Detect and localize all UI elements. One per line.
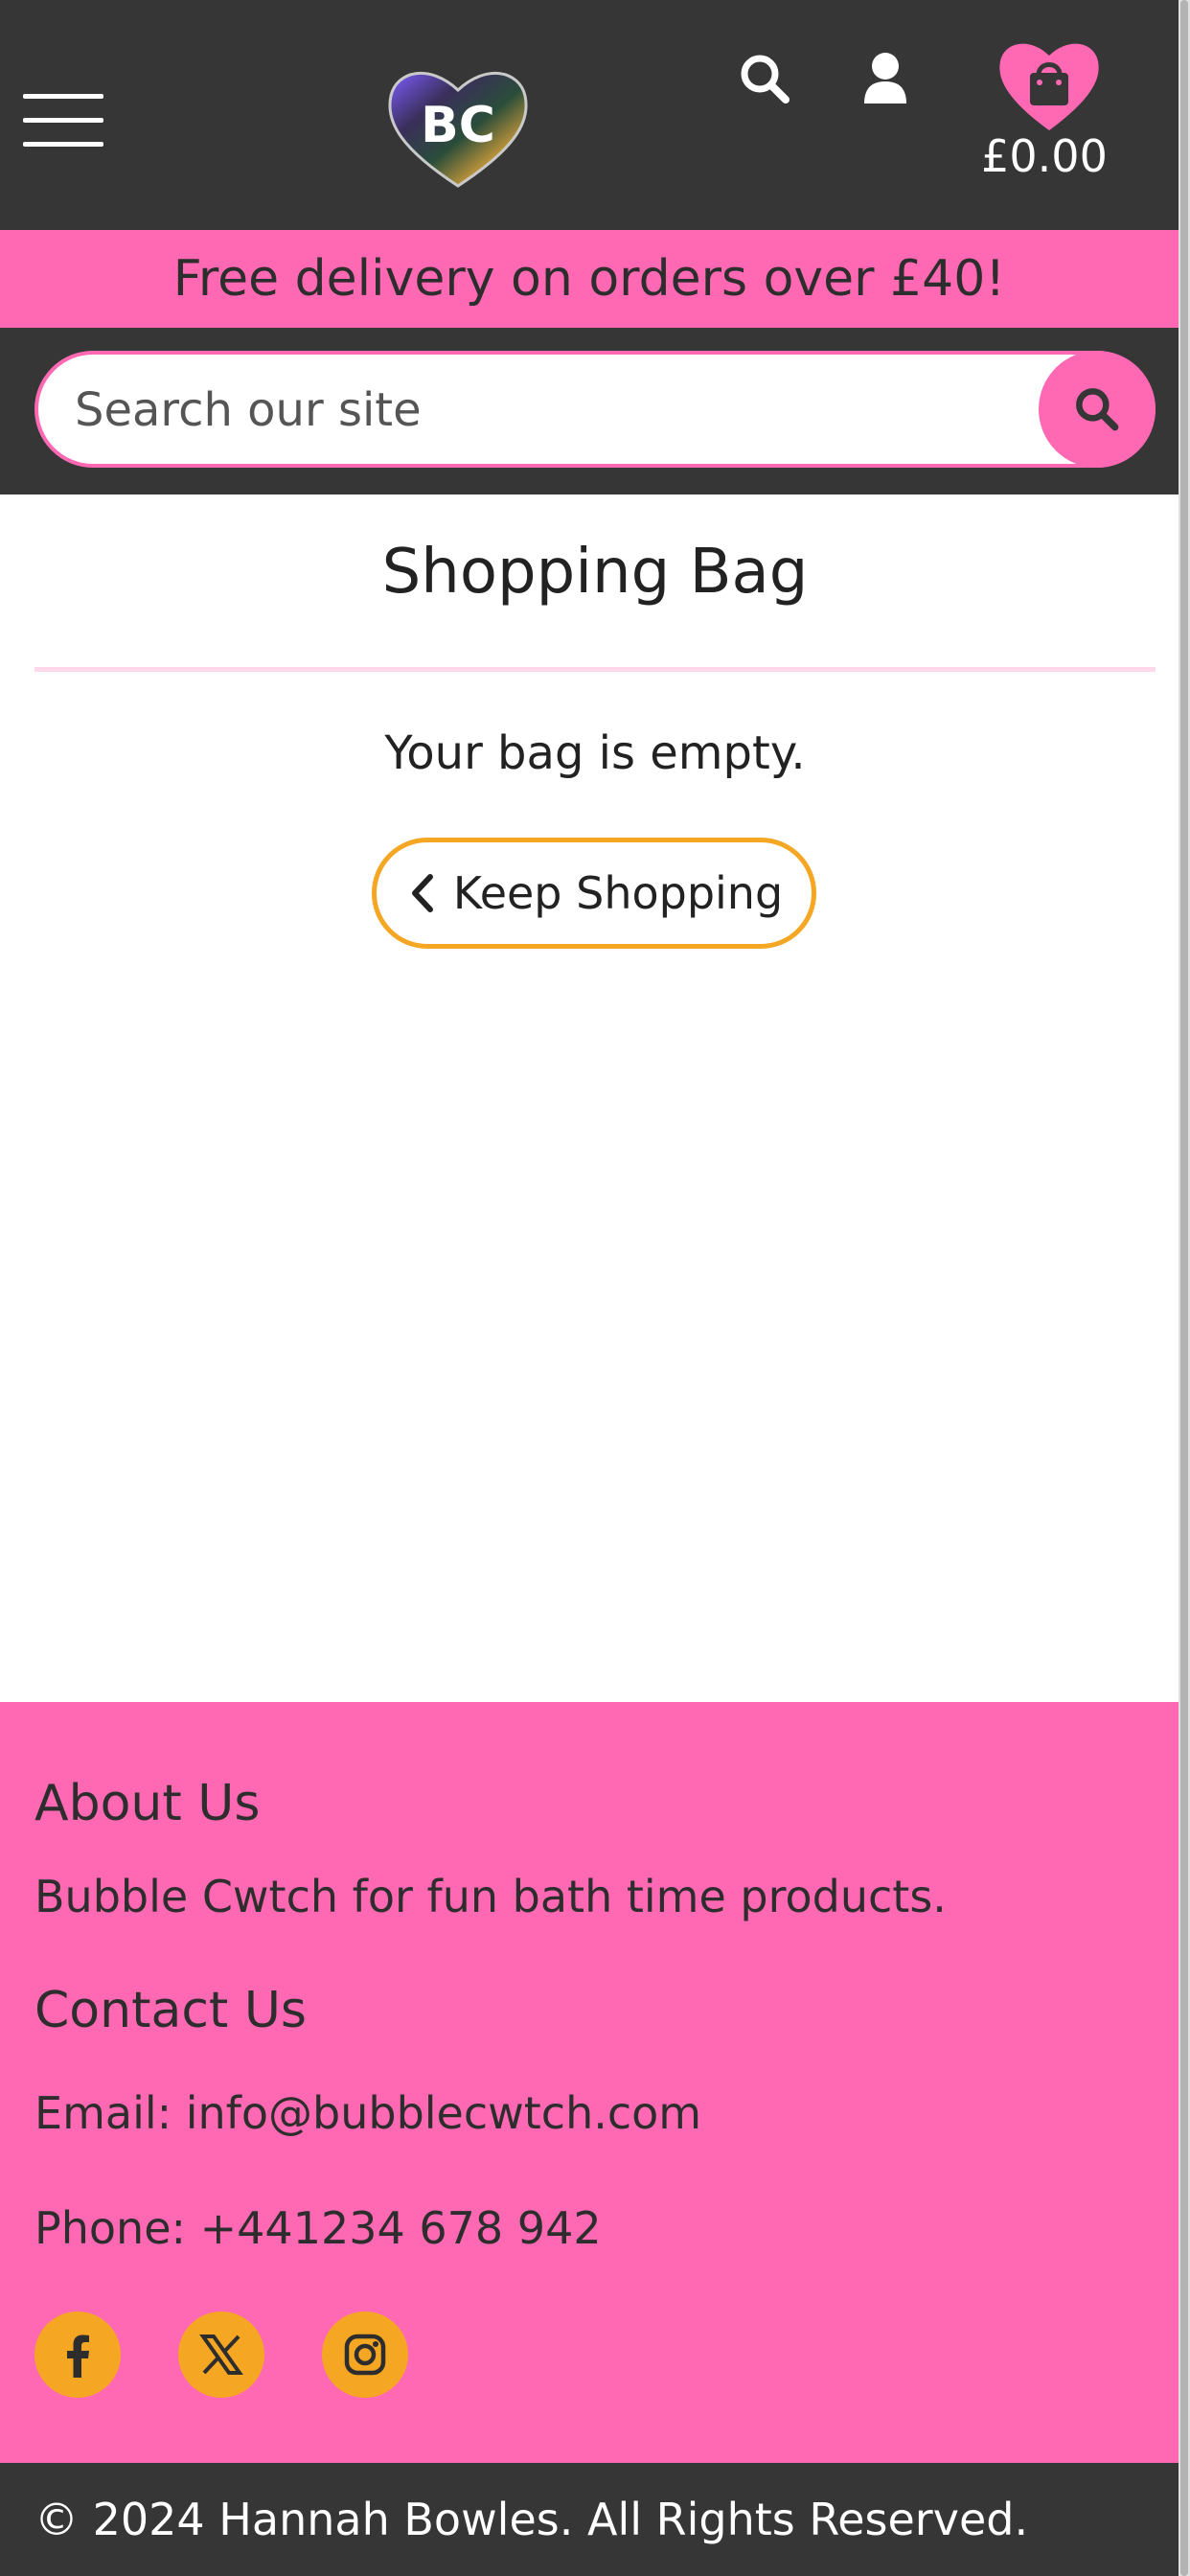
instagram-glyph (344, 2334, 386, 2376)
site-footer: About Us Bubble Cwtch for fun bath time … (0, 1702, 1179, 2463)
menu-bar-bottom (23, 142, 103, 147)
logo-heart-icon[interactable]: BC (383, 63, 533, 192)
logo-text: BC (421, 97, 495, 154)
search-band (0, 328, 1179, 494)
promo-text: Free delivery on orders over £40! (172, 250, 1006, 308)
keep-shopping-label: Keep Shopping (452, 867, 784, 919)
menu-bar-top (23, 94, 103, 99)
instagram-icon[interactable] (322, 2312, 408, 2398)
phone-link[interactable]: +441234 678 942 (200, 2202, 602, 2254)
contact-phone: Phone: +441234 678 942 (34, 2202, 602, 2254)
search-icon[interactable] (736, 50, 793, 107)
contact-heading: Contact Us (34, 1982, 307, 2039)
user-icon[interactable] (857, 50, 914, 107)
search-submit-button[interactable] (1039, 351, 1156, 468)
page-scrollbar[interactable] (1179, 0, 1190, 2576)
search-input[interactable] (73, 355, 1035, 466)
chevron-left-icon (411, 874, 433, 912)
x-glyph (199, 2334, 243, 2375)
page-title: Shopping Bag (381, 537, 809, 608)
heart-shopping-bag-icon[interactable] (996, 34, 1102, 140)
email-link[interactable]: info@bubblecwtch.com (186, 2087, 701, 2139)
site-header: BC £0.00 (0, 0, 1179, 230)
about-heading: About Us (34, 1775, 261, 1832)
scrollbar-thumb[interactable] (1180, 0, 1188, 2576)
hamburger-menu-icon[interactable] (23, 94, 103, 148)
phone-prefix: Phone: (34, 2202, 200, 2254)
facebook-glyph (67, 2334, 89, 2378)
copyright-text: © 2024 Hannah Bowles. All Rights Reserve… (34, 2494, 1029, 2545)
cart-total[interactable]: £0.00 (968, 130, 1121, 182)
promo-banner: Free delivery on orders over £40! (0, 230, 1179, 328)
facebook-icon[interactable] (34, 2312, 121, 2398)
keep-shopping-button[interactable]: Keep Shopping (372, 838, 816, 949)
x-twitter-icon[interactable] (178, 2312, 264, 2398)
empty-bag-message: Your bag is empty. (384, 726, 806, 780)
search-icon (1076, 388, 1119, 431)
title-divider (34, 667, 1156, 672)
email-prefix: Email: (34, 2087, 186, 2139)
contact-email: Email: info@bubblecwtch.com (34, 2087, 701, 2139)
menu-bar-middle (23, 118, 103, 123)
search-form (34, 351, 1156, 468)
copyright-bar: © 2024 Hannah Bowles. All Rights Reserve… (0, 2463, 1179, 2576)
about-text: Bubble Cwtch for fun bath time products. (34, 1871, 947, 1922)
